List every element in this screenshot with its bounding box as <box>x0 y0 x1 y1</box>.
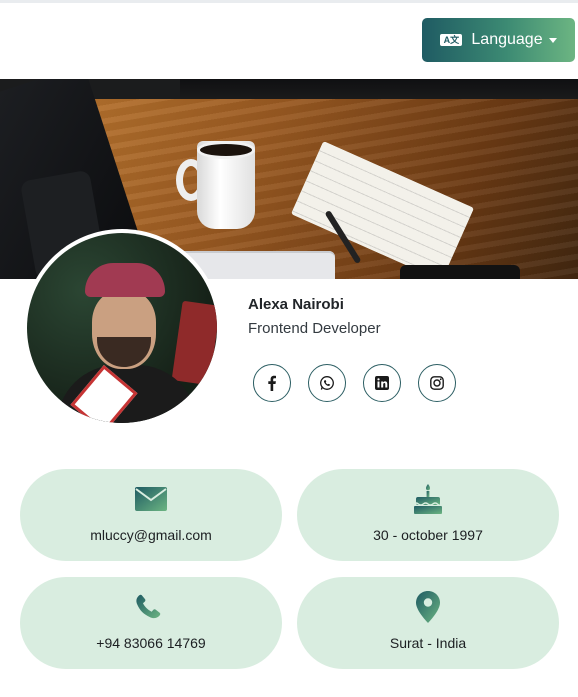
facebook-icon <box>268 375 276 391</box>
cake-icon <box>414 484 442 514</box>
birthday-card: 30 - october 1997 <box>297 469 559 561</box>
instagram-button[interactable] <box>418 364 456 402</box>
whatsapp-icon <box>320 376 334 390</box>
phone-card: +94 83066 14769 <box>20 577 282 669</box>
profile-title: Frontend Developer <box>248 320 381 337</box>
birthday-value: 30 - october 1997 <box>373 527 483 543</box>
avatar <box>23 229 221 427</box>
caret-down-icon <box>548 37 557 43</box>
phone-icon <box>136 594 161 619</box>
translate-icon: A文 <box>440 34 463 46</box>
phone-value: +94 83066 14769 <box>96 635 206 651</box>
location-pin-icon <box>416 591 440 623</box>
language-button[interactable]: A文 Language <box>422 18 575 62</box>
social-links <box>253 364 456 402</box>
linkedin-button[interactable] <box>363 364 401 402</box>
location-card: Surat - India <box>297 577 559 669</box>
email-card: mluccy@gmail.com <box>20 469 282 561</box>
linkedin-icon <box>375 376 389 390</box>
avatar-photo <box>27 233 217 423</box>
instagram-icon <box>430 376 444 390</box>
language-button-label: Language <box>471 31 543 48</box>
facebook-button[interactable] <box>253 364 291 402</box>
email-value: mluccy@gmail.com <box>90 527 212 543</box>
profile-name: Alexa Nairobi <box>248 296 344 313</box>
top-divider <box>0 0 578 3</box>
envelope-icon <box>135 487 167 511</box>
whatsapp-button[interactable] <box>308 364 346 402</box>
location-value: Surat - India <box>389 635 467 651</box>
